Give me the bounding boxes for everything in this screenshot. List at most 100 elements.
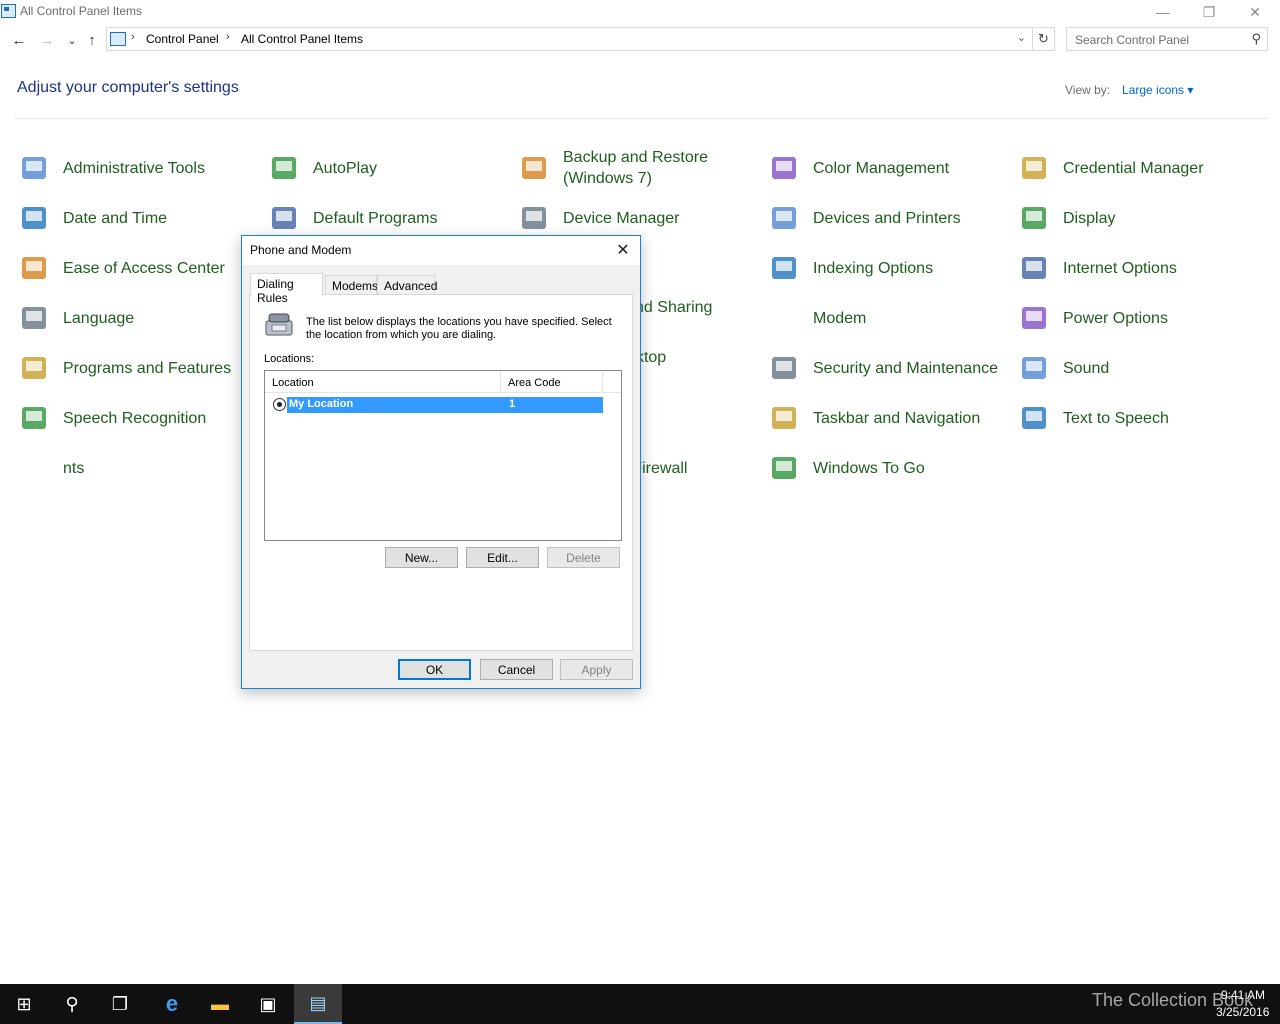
back-button[interactable]: ←	[9, 30, 29, 50]
control-panel-icon	[1, 4, 16, 18]
control-panel-item[interactable]: Default Programs	[268, 196, 514, 240]
control-panel-item-label: Display	[1063, 209, 1116, 227]
locations-label: Locations:	[264, 353, 315, 365]
backup-icon	[522, 157, 546, 179]
restore-button[interactable]: ❐	[1186, 0, 1232, 24]
control-panel-taskbar-icon[interactable]: ▤	[294, 984, 342, 1024]
control-panel-item[interactable]: Language	[18, 296, 264, 340]
breadcrumb-all-items[interactable]: All Control Panel Items	[241, 32, 363, 46]
task-view-icon[interactable]: ❐	[96, 984, 144, 1024]
start-button[interactable]: ⊞	[0, 984, 48, 1024]
control-panel-item[interactable]: Speech Recognition	[18, 396, 264, 440]
control-panel-item[interactable]: nts	[18, 446, 264, 490]
taskbar-icon	[772, 407, 796, 429]
device-manager-icon	[522, 207, 546, 229]
breadcrumb-control-panel[interactable]: Control Panel	[146, 32, 219, 46]
search-icon[interactable]: ⚲	[48, 984, 96, 1024]
edge-icon[interactable]: e	[148, 984, 196, 1024]
control-panel-item-label: Modem	[813, 309, 867, 327]
control-panel-item-label: Windows To Go	[813, 459, 925, 477]
control-panel-item-label: Taskbar and Navigation	[813, 409, 981, 427]
column-location[interactable]: Location	[265, 371, 501, 393]
file-explorer-icon[interactable]: ▬	[196, 984, 244, 1024]
store-icon[interactable]: ▣	[244, 984, 292, 1024]
refresh-button[interactable]: ↻	[1033, 27, 1055, 51]
credential-icon	[1022, 157, 1046, 179]
close-button[interactable]: ✕	[1232, 0, 1278, 24]
phone-and-modem-dialog: Phone and Modem ✕ Dialing Rules Modems A…	[241, 235, 641, 689]
control-panel-item[interactable]: Device Manager	[518, 196, 764, 240]
page-title: Adjust your computer's settings	[17, 79, 239, 96]
search-icon[interactable]: ⚲	[1251, 31, 1261, 47]
control-panel-item[interactable]: Backup and Restore (Windows 7)	[518, 146, 764, 190]
window-title: All Control Panel Items	[20, 4, 143, 18]
control-panel-item[interactable]: Sound	[1018, 346, 1264, 390]
control-panel-item[interactable]: Display	[1018, 196, 1264, 240]
control-panel-icon	[110, 32, 126, 46]
current-location-indicator	[273, 398, 286, 411]
recent-locations-button[interactable]: ⌄	[62, 30, 82, 50]
control-panel-item[interactable]: Security and Maintenance	[768, 346, 1014, 390]
dialog-close-button[interactable]: ✕	[612, 239, 634, 261]
dialing-rules-panel: The list below displays the locations yo…	[249, 294, 633, 651]
control-panel-item[interactable]: Windows To Go	[768, 446, 1014, 490]
control-panel-item[interactable]: Ease of Access Center	[18, 246, 264, 290]
address-bar[interactable]: › Control Panel › All Control Panel Item…	[106, 27, 1033, 51]
control-panel-item[interactable]: Devices and Printers	[768, 196, 1014, 240]
control-panel-item[interactable]: Modem	[768, 296, 1014, 340]
control-panel-item-label: Ease of Access Center	[63, 259, 225, 277]
internet-options-icon	[1022, 257, 1046, 279]
delete-location-button[interactable]: Delete	[547, 547, 620, 568]
control-panel-item[interactable]: Date and Time	[18, 196, 264, 240]
control-panel-item[interactable]: Indexing Options	[768, 246, 1014, 290]
control-panel-item[interactable]: Internet Options	[1018, 246, 1264, 290]
control-panel-item[interactable]: Taskbar and Navigation	[768, 396, 1014, 440]
title-bar: All Control Panel Items — ❐ ✕	[0, 0, 1280, 24]
forward-button[interactable]: →	[37, 30, 57, 50]
column-area-code[interactable]: Area Code	[501, 371, 603, 393]
microphone-icon	[22, 407, 46, 429]
breadcrumb-separator[interactable]: ›	[131, 31, 135, 43]
control-panel-item-label: Device Manager	[563, 209, 680, 227]
control-panel-item-label: Devices and Printers	[813, 209, 961, 227]
new-location-button[interactable]: New...	[385, 547, 458, 568]
control-panel-item[interactable]: Color Management	[768, 146, 1014, 190]
display-icon	[1022, 207, 1046, 229]
search-box[interactable]: Search Control Panel ⚲	[1066, 27, 1268, 51]
control-panel-item[interactable]: Credential Manager	[1018, 146, 1264, 190]
edit-location-button[interactable]: Edit...	[466, 547, 539, 568]
control-panel-item-label: Security and Maintenance	[813, 359, 998, 377]
clock-icon	[22, 207, 46, 229]
control-panel-item[interactable]: Text to Speech	[1018, 396, 1264, 440]
breadcrumb-separator[interactable]: ›	[226, 31, 230, 43]
locations-list[interactable]: Location Area Code My Location 1	[264, 370, 622, 541]
indexing-icon	[772, 257, 796, 279]
list-item[interactable]: My Location 1	[287, 397, 603, 413]
list-header: Location Area Code	[265, 371, 621, 393]
up-button[interactable]: ↑	[82, 30, 102, 50]
control-panel-item-label: Text to Speech	[1063, 409, 1169, 427]
view-by-dropdown[interactable]: Large icons ▾	[1122, 83, 1193, 97]
autoplay-icon	[272, 157, 296, 179]
cancel-button[interactable]: Cancel	[480, 659, 553, 680]
control-panel-item-label: Indexing Options	[813, 259, 934, 277]
apply-button[interactable]: Apply	[560, 659, 633, 680]
address-dropdown-icon[interactable]: ⌄	[1017, 31, 1026, 44]
tab-modems[interactable]: Modems	[325, 275, 378, 295]
control-panel-item-label: Default Programs	[313, 209, 438, 227]
control-panel-item[interactable]: Programs and Features	[18, 346, 264, 390]
default-programs-icon	[272, 207, 296, 229]
ok-button[interactable]: OK	[398, 659, 471, 680]
taskbar: ⊞ ⚲ ❐ e ▬ ▣ ▤ 9:41 AM 3/25/2016	[0, 984, 1280, 1024]
power-icon	[1022, 307, 1046, 329]
watermark: The Collection Book	[1092, 990, 1254, 1010]
minimize-button[interactable]: —	[1140, 0, 1186, 24]
control-panel-item[interactable]: Administrative Tools	[18, 146, 264, 190]
control-panel-item[interactable]: AutoPlay	[268, 146, 514, 190]
tab-dialing-rules[interactable]: Dialing Rules	[250, 273, 323, 305]
search-input[interactable]: Search Control Panel	[1075, 33, 1189, 47]
control-panel-item[interactable]: Power Options	[1018, 296, 1264, 340]
location-name: My Location	[289, 398, 354, 410]
control-panel-item-label: Power Options	[1063, 309, 1168, 327]
tab-advanced[interactable]: Advanced	[377, 275, 437, 295]
